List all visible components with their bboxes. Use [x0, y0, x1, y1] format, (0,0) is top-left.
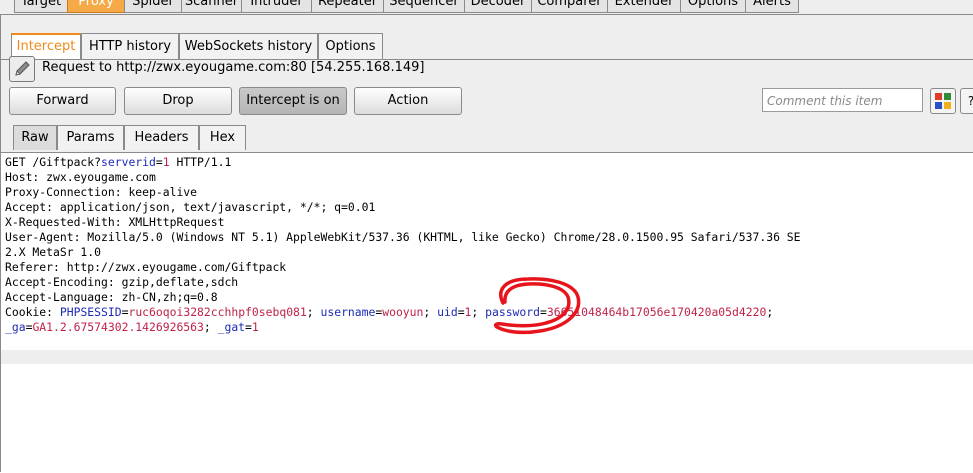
tab-http-history[interactable]: HTTP history [81, 33, 179, 59]
header-accept-language: Accept-Language: zh-CN,zh;q=0.8 [5, 290, 218, 304]
header-user-agent: User-Agent: Mozilla/5.0 (Windows NT 5.1)… [5, 230, 801, 244]
tab-hex[interactable]: Hex [199, 125, 246, 150]
request-line: GET /Giftpack?serverid=1 HTTP/1.1 [5, 155, 232, 169]
param-key: serverid [101, 155, 156, 169]
tab-proxy[interactable]: Proxy [67, 0, 125, 13]
action-button[interactable]: Action [354, 87, 462, 115]
color-grid-icon [935, 93, 951, 109]
header-x-requested-with: X-Requested-With: XMLHttpRequest [5, 215, 225, 229]
header-cookie-cont: _ga=GA1.2.67574302.1426926563; _gat=1 [5, 320, 259, 334]
header-proxy-connection: Proxy-Connection: keep-alive [5, 185, 198, 199]
highlight-color-button[interactable] [930, 88, 956, 114]
header-user-agent-cont: 2.X MetaSr 1.0 [5, 245, 102, 259]
header-cookie: Cookie: PHPSESSID=ruc6oqoi3282cchhpf0seb… [5, 305, 774, 319]
tab-options[interactable]: Options [680, 0, 746, 13]
main-tab-bar: Target Proxy Spider Scanner Intruder Rep… [0, 0, 973, 15]
comment-input[interactable]: Comment this item [762, 88, 923, 112]
tab-scanner[interactable]: Scanner [181, 0, 242, 13]
request-editor[interactable]: GET /Giftpack?serverid=1 HTTP/1.1 Host: z… [1, 152, 973, 473]
tab-proxy-options[interactable]: Options [318, 33, 383, 59]
header-referer: Referer: http://zwx.eyougame.com/Giftpac… [5, 260, 287, 274]
intercept-toggle-button[interactable]: Intercept is on [239, 87, 347, 115]
raw-request-text: GET /Giftpack?serverid=1 HTTP/1.1 Host: z… [5, 155, 801, 335]
tab-websockets-history[interactable]: WebSockets history [179, 33, 318, 59]
header-accept-encoding: Accept-Encoding: gzip,deflate,sdch [5, 275, 239, 289]
tab-alerts[interactable]: Alerts [745, 0, 799, 13]
help-button[interactable]: ? [960, 88, 973, 114]
tab-target[interactable]: Target [14, 0, 68, 13]
editor-strip [1, 350, 973, 364]
tab-params[interactable]: Params [57, 125, 124, 150]
drop-button[interactable]: Drop [124, 87, 232, 115]
request-target-text: Request to http://zwx.eyougame.com:80 [5… [42, 60, 425, 75]
tab-extender[interactable]: Extender [607, 0, 681, 13]
uid-key: uid [437, 305, 458, 319]
header-accept: Accept: application/json, text/javascrip… [5, 200, 376, 214]
tab-headers[interactable]: Headers [124, 125, 199, 150]
tab-repeater[interactable]: Repeater [311, 0, 384, 13]
param-value: 1 [162, 155, 170, 169]
tab-intruder[interactable]: Intruder [241, 0, 312, 13]
tab-comparer[interactable]: Comparer [531, 0, 608, 13]
tab-raw[interactable]: Raw [13, 125, 57, 150]
tab-decoder[interactable]: Decoder [464, 0, 532, 13]
forward-button[interactable]: Forward [9, 87, 116, 115]
tab-sequencer[interactable]: Sequencer [383, 0, 465, 13]
annotation-circle [493, 277, 581, 335]
pencil-icon[interactable] [9, 56, 35, 82]
tab-spider[interactable]: Spider [124, 0, 182, 13]
header-host: Host: zwx.eyougame.com [5, 170, 156, 184]
